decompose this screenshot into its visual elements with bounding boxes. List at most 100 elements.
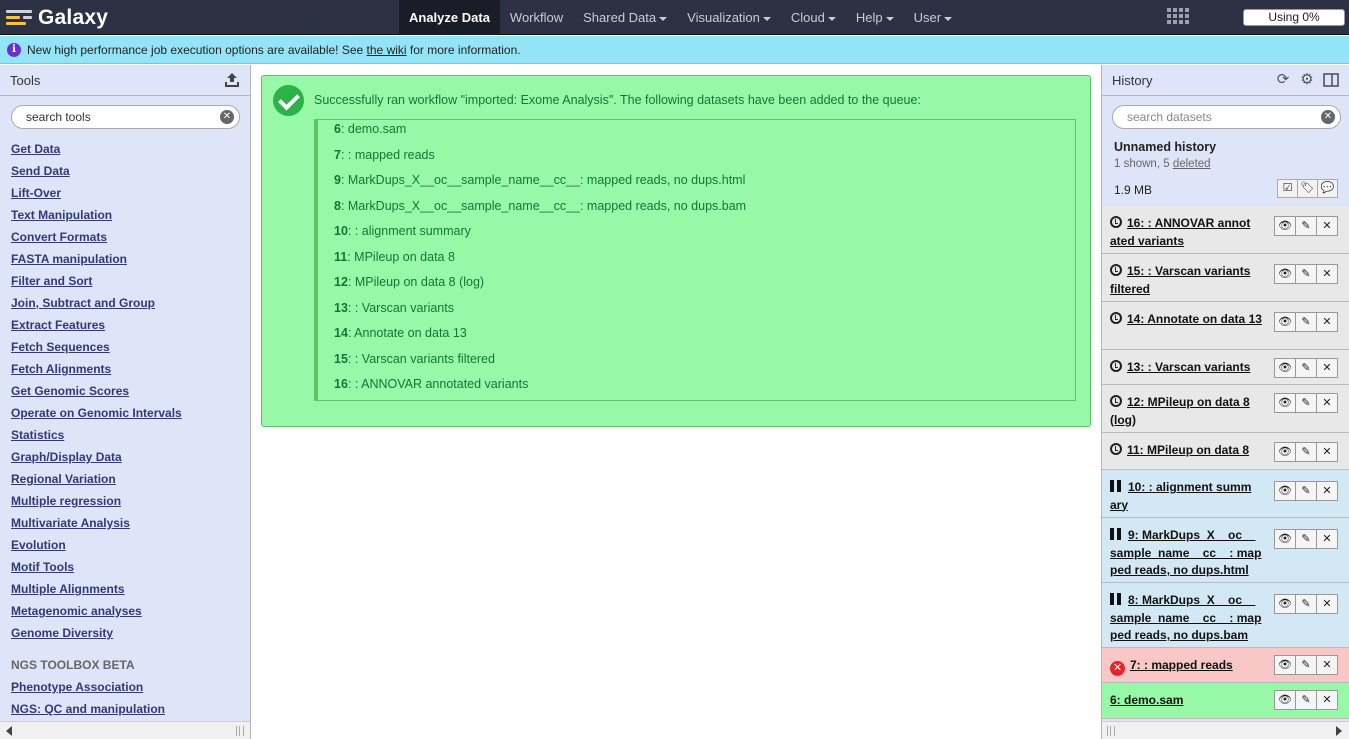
pencil-icon[interactable]: ✎ [1295,481,1317,501]
pencil-icon[interactable]: ✎ [1295,264,1317,284]
pencil-icon[interactable]: ✎ [1295,594,1317,614]
history-dataset[interactable]: 14: Annotate on data 13 👁 ✎ ✕ [1102,302,1349,350]
history-dataset[interactable]: 9: MarkDups_X__oc__ sample_name__cc__: m… [1102,518,1349,583]
eye-icon[interactable]: 👁 [1274,442,1296,462]
tool-section-link[interactable]: Multiple regression [11,490,182,512]
history-dataset[interactable]: ✕ 7: : mapped reads 👁 ✎ ✕ [1102,648,1349,683]
tool-section-link[interactable]: FASTA manipulation [11,248,182,270]
history-dataset[interactable]: 11: MPileup on data 8 👁 ✎ ✕ [1102,433,1349,470]
eye-icon[interactable]: 👁 [1274,312,1296,332]
tags-icon[interactable]: 🏷 [1297,179,1318,198]
tool-section-link[interactable]: Fetch Sequences [11,336,182,358]
delete-x-icon[interactable]: ✕ [1316,655,1338,675]
history-horizontal-scrollbar[interactable] [1102,721,1349,739]
tool-section-link[interactable]: NGS: QC and manipulation [11,698,182,720]
pencil-icon[interactable]: ✎ [1295,216,1317,236]
tool-section-link[interactable]: Operate on Genomic Intervals [11,402,182,424]
tool-section-link[interactable]: Fetch Alignments [11,358,182,380]
show-deleted-link[interactable]: deleted [1173,158,1211,170]
history-dataset[interactable]: 13: : Varscan variants 👁 ✎ ✕ [1102,350,1349,385]
scroll-right-icon[interactable] [1336,726,1342,736]
annotation-comment-icon[interactable]: 💬 [1317,179,1338,198]
tool-section-link[interactable]: Send Data [11,160,182,182]
eye-icon[interactable]: 👁 [1274,216,1296,236]
tool-section-link[interactable]: Join, Subtract and Group [11,292,182,314]
pencil-icon[interactable]: ✎ [1295,655,1317,675]
tool-section-link[interactable]: Lift-Over [11,182,182,204]
tool-section-link[interactable]: Multivariate Analysis [11,512,182,534]
eye-icon[interactable]: 👁 [1274,481,1296,501]
tools-horizontal-scrollbar[interactable] [0,721,250,739]
eye-icon[interactable]: 👁 [1274,358,1296,378]
delete-x-icon[interactable]: ✕ [1316,264,1338,284]
history-dataset[interactable]: 8: MarkDups_X__oc__ sample_name__cc__: m… [1102,583,1349,648]
tool-section-link[interactable]: Convert Formats [11,226,182,248]
gear-icon[interactable]: ⚙ [1299,72,1315,88]
eye-icon[interactable]: 👁 [1274,529,1296,549]
nav-shared-data[interactable]: Shared Data [573,0,677,35]
tool-section-link[interactable]: Extract Features [11,314,182,336]
quota-meter[interactable]: Using 0% [1243,9,1345,26]
delete-x-icon[interactable]: ✕ [1316,442,1338,462]
history-name[interactable]: Unnamed history [1114,140,1216,154]
pencil-icon[interactable]: ✎ [1295,358,1317,378]
nav-workflow[interactable]: Workflow [500,0,573,35]
pencil-icon[interactable]: ✎ [1295,393,1317,413]
scroll-left-icon[interactable] [6,726,12,736]
history-dataset[interactable]: 6: demo.sam 👁 ✎ ✕ [1102,683,1349,719]
tool-search-input[interactable]: search tools ✕ [11,105,240,129]
dataset-search-input[interactable]: search datasets ✕ [1112,105,1341,129]
delete-x-icon[interactable]: ✕ [1316,216,1338,236]
tool-section-link[interactable]: Motif Tools [11,556,182,578]
select-checkbox-icon[interactable]: ☑ [1277,179,1298,198]
delete-x-icon[interactable]: ✕ [1316,312,1338,332]
nav-analyze-data[interactable]: Analyze Data [399,0,500,35]
delete-x-icon[interactable]: ✕ [1316,358,1338,378]
nav-help[interactable]: Help [846,0,904,35]
eye-icon[interactable]: 👁 [1274,264,1296,284]
delete-x-icon[interactable]: ✕ [1316,529,1338,549]
scratchbook-grid-icon[interactable] [1167,8,1189,26]
tool-section-link[interactable]: Genome Diversity [11,622,182,644]
eye-icon[interactable]: 👁 [1274,393,1296,413]
resize-grip-icon[interactable] [1107,726,1115,736]
resize-grip-icon[interactable] [236,726,244,736]
history-dataset[interactable]: 15: : Varscan variants filtered 👁 ✎ ✕ [1102,254,1349,302]
wiki-link[interactable]: the wiki [367,43,407,57]
center-panel: Successfully ran workflow "imported: Exo… [252,65,1100,739]
tool-section-link[interactable]: Get Data [11,138,182,160]
pencil-icon[interactable]: ✎ [1295,442,1317,462]
tool-section-link[interactable]: Phenotype Association [11,676,182,698]
tool-section-link[interactable]: Graph/Display Data [11,446,182,468]
tool-section-link[interactable]: Text Manipulation [11,204,182,226]
eye-icon[interactable]: 👁 [1274,594,1296,614]
nav-user[interactable]: User [904,0,962,35]
panel-toggle-icon[interactable] [1323,72,1339,88]
delete-x-icon[interactable]: ✕ [1316,481,1338,501]
pencil-icon[interactable]: ✎ [1295,312,1317,332]
history-dataset[interactable]: 16: : ANNOVAR annot ated variants 👁 ✎ ✕ [1102,206,1349,254]
history-dataset[interactable]: 10: : alignment summ ary 👁 ✎ ✕ [1102,470,1349,518]
clear-search-icon[interactable]: ✕ [1321,110,1335,124]
eye-icon[interactable]: 👁 [1274,690,1296,710]
history-dataset[interactable]: 12: MPileup on data 8 (log) 👁 ✎ ✕ [1102,385,1349,433]
clear-search-icon[interactable]: ✕ [220,110,234,124]
pencil-icon[interactable]: ✎ [1295,529,1317,549]
tool-section-link[interactable]: Multiple Alignments [11,578,182,600]
pencil-icon[interactable]: ✎ [1295,690,1317,710]
tool-section-link[interactable]: Metagenomic analyses [11,600,182,622]
eye-icon[interactable]: 👁 [1274,655,1296,675]
tool-section-link[interactable]: Regional Variation [11,468,182,490]
brand[interactable]: Galaxy [6,0,108,35]
tool-section-link[interactable]: Filter and Sort [11,270,182,292]
upload-icon[interactable] [224,72,240,88]
tool-section-link[interactable]: Evolution [11,534,182,556]
nav-cloud[interactable]: Cloud [781,0,846,35]
delete-x-icon[interactable]: ✕ [1316,690,1338,710]
tool-section-link[interactable]: Statistics [11,424,182,446]
delete-x-icon[interactable]: ✕ [1316,594,1338,614]
tool-section-link[interactable]: Get Genomic Scores [11,380,182,402]
delete-x-icon[interactable]: ✕ [1316,393,1338,413]
refresh-icon[interactable]: ⟳ [1275,72,1291,88]
nav-visualization[interactable]: Visualization [677,0,781,35]
